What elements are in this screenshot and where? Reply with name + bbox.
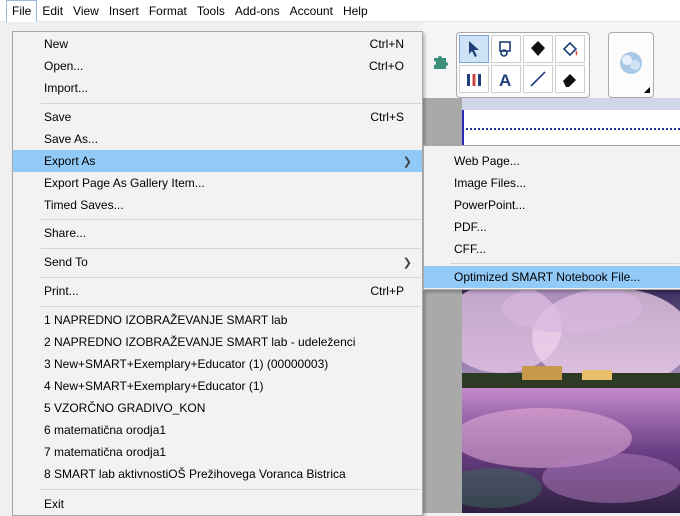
- menu-item-label: PDF...: [454, 220, 487, 234]
- puzzle-icon[interactable]: [427, 46, 455, 76]
- menu-item-save[interactable]: Save Ctrl+S: [13, 106, 422, 128]
- menu-separator: [41, 103, 421, 104]
- menu-item-label: Export Page As Gallery Item...: [44, 176, 205, 190]
- menu-file[interactable]: File: [6, 0, 38, 22]
- text-icon[interactable]: A: [491, 65, 521, 93]
- menu-item-timed-saves[interactable]: Timed Saves...: [13, 194, 422, 216]
- menu-tools[interactable]: Tools: [192, 0, 230, 22]
- submenu-item-pdf[interactable]: PDF...: [424, 216, 680, 238]
- menu-item-label: Optimized SMART Notebook File...: [454, 270, 641, 284]
- menu-item-import[interactable]: Import...: [13, 77, 422, 99]
- tools-group: A: [456, 32, 590, 98]
- menu-item-label: Print...: [44, 284, 79, 298]
- menu-item-label: Open...: [44, 59, 84, 73]
- submenu-item-optimized-notebook[interactable]: Optimized SMART Notebook File...: [424, 266, 680, 288]
- svg-text:A: A: [499, 71, 511, 89]
- gallery-button[interactable]: ◢: [608, 32, 654, 98]
- menu-item-label: Export As: [44, 154, 96, 168]
- menu-item-label: Web Page...: [454, 154, 520, 168]
- shapes-icon[interactable]: [491, 35, 521, 63]
- menu-separator: [41, 219, 421, 220]
- menu-format[interactable]: Format: [144, 0, 192, 22]
- chevron-right-icon: ❯: [402, 256, 412, 269]
- recent-file-6[interactable]: 6 matematična orodja1: [13, 419, 422, 441]
- shortcut-label: Ctrl+S: [370, 110, 404, 124]
- menu-separator: [41, 306, 421, 307]
- menu-item-share[interactable]: Share...: [13, 222, 422, 244]
- menu-item-label: 1 NAPREDNO IZOBRAŽEVANJE SMART lab: [44, 313, 288, 327]
- recent-file-5[interactable]: 5 VZORČNO GRADIVO_KON: [13, 397, 422, 419]
- menu-separator: [450, 263, 679, 264]
- menu-item-label: 6 matematična orodja1: [44, 423, 167, 437]
- menu-item-label: 5 VZORČNO GRADIVO_KON: [44, 401, 206, 415]
- toolbar: A ◢: [422, 22, 680, 98]
- menu-insert[interactable]: Insert: [104, 0, 144, 22]
- menu-item-export-as[interactable]: Export As ❯: [13, 150, 422, 172]
- recent-file-4[interactable]: 4 New+SMART+Exemplary+Educator (1): [13, 375, 422, 397]
- menu-addons[interactable]: Add-ons: [230, 0, 285, 22]
- paint-bucket-icon[interactable]: [555, 35, 585, 63]
- menu-bar: File Edit View Insert Format Tools Add-o…: [0, 0, 680, 22]
- menu-separator: [41, 277, 421, 278]
- menu-item-print[interactable]: Print... Ctrl+P: [13, 280, 422, 302]
- chevron-right-icon: ❯: [402, 155, 412, 168]
- menu-item-label: Exit: [44, 497, 65, 511]
- menu-item-label: 8 SMART lab aktivnostiOŠ Prežihovega Vor…: [44, 467, 346, 481]
- menu-item-label: 7 matematična orodja1: [44, 445, 167, 459]
- canvas-header-band: [462, 98, 680, 110]
- menu-item-label: Save As...: [44, 132, 99, 146]
- eraser-icon[interactable]: [555, 65, 585, 93]
- menu-item-label: 2 NAPREDNO IZOBRAŽEVANJE SMART lab - ude…: [44, 335, 356, 349]
- menu-item-label: Send To: [44, 255, 88, 269]
- line-icon[interactable]: [523, 65, 553, 93]
- shortcut-label: Ctrl+P: [370, 284, 404, 298]
- recent-file-2[interactable]: 2 NAPREDNO IZOBRAŽEVANJE SMART lab - ude…: [13, 331, 422, 353]
- submenu-item-web-page[interactable]: Web Page...: [424, 150, 680, 172]
- shortcut-label: Ctrl+O: [368, 59, 404, 73]
- menu-item-exit[interactable]: Exit: [13, 493, 422, 515]
- pens-icon[interactable]: [459, 65, 489, 93]
- menu-item-label: 4 New+SMART+Exemplary+Educator (1): [44, 379, 264, 393]
- cherry-blossom-image: [462, 288, 680, 513]
- menu-item-label: Share...: [44, 226, 87, 240]
- menu-item-open[interactable]: Open... Ctrl+O: [13, 55, 422, 77]
- recent-file-1[interactable]: 1 NAPREDNO IZOBRAŽEVANJE SMART lab: [13, 309, 422, 331]
- recent-file-8[interactable]: 8 SMART lab aktivnostiOŠ Prežihovega Vor…: [13, 463, 422, 485]
- menu-edit[interactable]: Edit: [37, 0, 68, 22]
- menu-item-label: PowerPoint...: [454, 198, 526, 212]
- submenu-item-image-files[interactable]: Image Files...: [424, 172, 680, 194]
- select-arrow-icon[interactable]: [459, 35, 489, 63]
- menu-separator: [41, 248, 421, 249]
- menu-item-label: Image Files...: [454, 176, 527, 190]
- submenu-item-powerpoint[interactable]: PowerPoint...: [424, 194, 680, 216]
- shortcut-label: Ctrl+N: [369, 37, 404, 51]
- menu-item-export-gallery[interactable]: Export Page As Gallery Item...: [13, 172, 422, 194]
- dotted-line: [466, 128, 680, 130]
- menu-item-label: Import...: [44, 81, 89, 95]
- recent-file-7[interactable]: 7 matematična orodja1: [13, 441, 422, 463]
- menu-item-label: Save: [44, 110, 72, 124]
- menu-account[interactable]: Account: [285, 0, 338, 22]
- menu-item-label: 3 New+SMART+Exemplary+Educator (1) (0000…: [44, 357, 329, 371]
- gallery-icon: [617, 49, 645, 77]
- menu-item-label: Timed Saves...: [44, 198, 124, 212]
- chevron-down-icon: ◢: [643, 85, 650, 94]
- export-as-submenu: Web Page... Image Files... PowerPoint...…: [423, 145, 680, 290]
- menu-item-save-as[interactable]: Save As...: [13, 128, 422, 150]
- menu-item-send-to[interactable]: Send To ❯: [13, 251, 422, 273]
- menu-separator: [41, 489, 421, 490]
- menu-item-new[interactable]: New Ctrl+N: [13, 33, 422, 55]
- fill-icon[interactable]: [523, 35, 553, 63]
- menu-help[interactable]: Help: [338, 0, 373, 22]
- menu-view[interactable]: View: [68, 0, 104, 22]
- file-menu-dropdown: New Ctrl+N Open... Ctrl+O Import... Save…: [12, 31, 423, 516]
- menu-item-label: CFF...: [454, 242, 486, 256]
- menu-item-label: New: [44, 37, 69, 51]
- submenu-item-cff[interactable]: CFF...: [424, 238, 680, 260]
- recent-file-3[interactable]: 3 New+SMART+Exemplary+Educator (1) (0000…: [13, 353, 422, 375]
